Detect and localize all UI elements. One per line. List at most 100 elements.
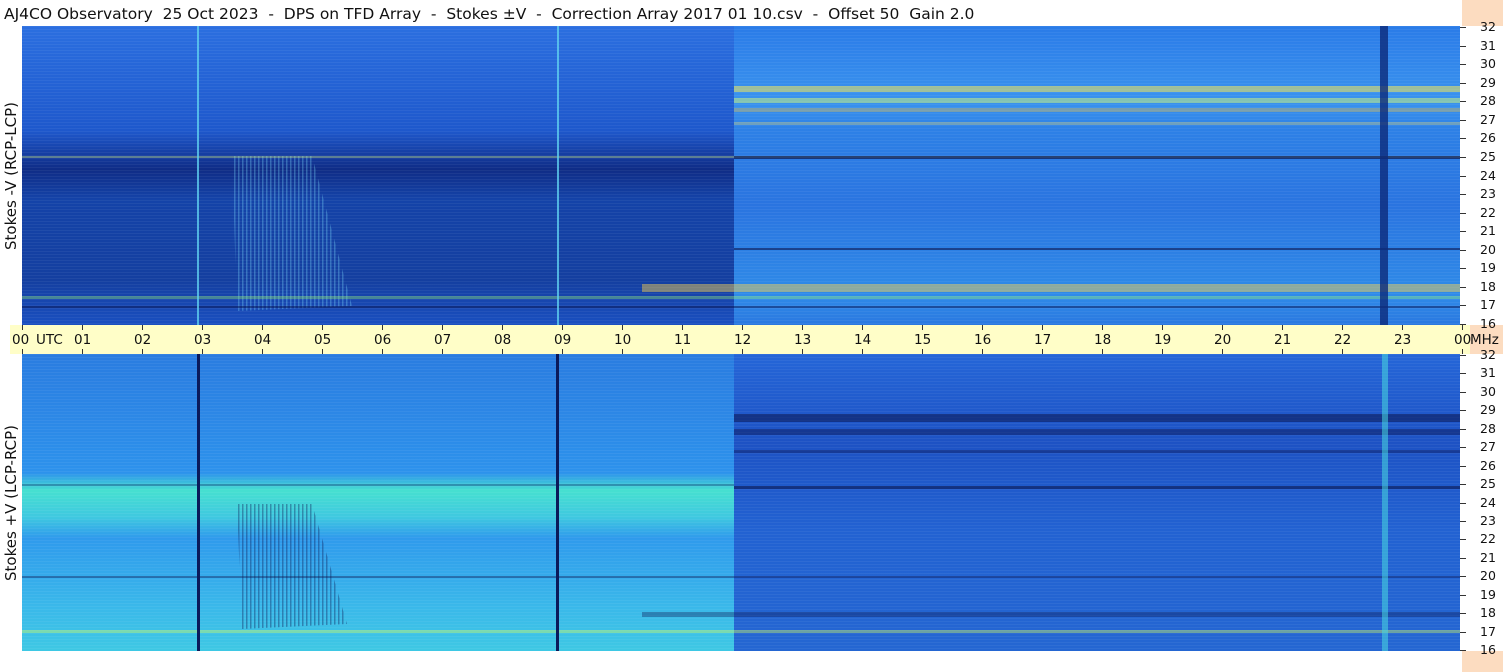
freq-tick (1460, 176, 1466, 177)
freq-tick (1460, 373, 1466, 374)
freq-label-27: 27 (1480, 112, 1496, 127)
freq-label-24: 24 (1480, 495, 1496, 510)
freq-label-29: 29 (1480, 75, 1496, 90)
time-tick (262, 325, 263, 330)
time-label-12: 12 (734, 332, 752, 348)
freq-label-20: 20 (1480, 568, 1496, 583)
time-tick (742, 349, 743, 354)
freq-tick (1460, 503, 1466, 504)
time-tick (1162, 349, 1163, 354)
freq-label-16: 16 (1480, 642, 1496, 657)
page-title: AJ4CO Observatory 25 Oct 2023 - DPS on T… (4, 5, 975, 23)
time-tick (202, 349, 203, 354)
freq-tick (1460, 120, 1466, 121)
time-tick (622, 325, 623, 330)
time-label-22: 22 (1334, 332, 1352, 348)
frequency-axis-top: 32 31 30 29 28 27 26 25 24 23 22 21 20 19 18 17 16 (1460, 20, 1503, 330)
freq-label-19: 19 (1480, 260, 1496, 275)
freq-tick (1460, 355, 1466, 356)
top-panel-label-text: Stokes -V (RCP-LCP) (2, 101, 20, 250)
freq-label-27: 27 (1480, 439, 1496, 454)
time-tick (382, 349, 383, 354)
freq-label-28: 28 (1480, 93, 1496, 108)
freq-tick (1460, 324, 1466, 325)
freq-tick (1460, 287, 1466, 288)
freq-label-22: 22 (1480, 205, 1496, 220)
time-tick (1102, 349, 1103, 354)
time-tick (682, 349, 683, 354)
time-label-04: 04 (254, 332, 272, 348)
time-tick (982, 325, 983, 330)
time-tick (802, 325, 803, 330)
time-tick (142, 325, 143, 330)
freq-label-29: 29 (1480, 402, 1496, 417)
time-label-02: 02 (134, 332, 152, 348)
freq-tick (1460, 650, 1466, 651)
time-label-07: 07 (434, 332, 452, 348)
time-tick (82, 349, 83, 354)
time-label-17: 17 (1034, 332, 1052, 348)
freq-label-17: 17 (1480, 297, 1496, 312)
freq-tick (1460, 558, 1466, 559)
freq-label-31: 31 (1480, 365, 1496, 380)
time-tick (1342, 349, 1343, 354)
freq-label-19: 19 (1480, 587, 1496, 602)
freq-tick (1460, 64, 1466, 65)
freq-label-28: 28 (1480, 421, 1496, 436)
spectrogram-bottom (22, 354, 1460, 651)
time-tick (1042, 349, 1043, 354)
time-tick (562, 325, 563, 330)
time-tick (1462, 325, 1463, 330)
time-label-09: 09 (554, 332, 572, 348)
time-label-03: 03 (194, 332, 212, 348)
time-tick (982, 349, 983, 354)
time-tick (1342, 325, 1343, 330)
time-tick (802, 349, 803, 354)
time-label-24: 00 (1454, 332, 1472, 348)
freq-tick (1460, 595, 1466, 596)
freq-label-16: 16 (1480, 316, 1496, 331)
time-tick (1162, 325, 1163, 330)
freq-tick (1460, 231, 1466, 232)
time-tick (502, 325, 503, 330)
freq-label-24: 24 (1480, 168, 1496, 183)
freq-tick (1460, 429, 1466, 430)
freq-label-18: 18 (1480, 605, 1496, 620)
time-tick (922, 325, 923, 330)
freq-tick (1460, 268, 1466, 269)
time-tick (1282, 325, 1283, 330)
time-tick (862, 325, 863, 330)
freq-tick (1460, 392, 1466, 393)
freq-tick (1460, 138, 1466, 139)
time-tick (262, 349, 263, 354)
time-label-16: 16 (974, 332, 992, 348)
freq-label-32: 32 (1480, 19, 1496, 34)
time-tick (1402, 325, 1403, 330)
freq-label-30: 30 (1480, 56, 1496, 71)
freq-label-26: 26 (1480, 130, 1496, 145)
bottom-panel-label: Stokes +V (LCP-RCP) (0, 354, 22, 651)
freq-tick (1460, 27, 1466, 28)
time-tick (202, 325, 203, 330)
freq-tick (1460, 539, 1466, 540)
freq-tick (1460, 157, 1466, 158)
time-label-19: 19 (1154, 332, 1172, 348)
bottom-panel-label-text: Stokes +V (LCP-RCP) (2, 424, 20, 581)
time-label-14: 14 (854, 332, 872, 348)
freq-tick (1460, 250, 1466, 251)
time-label-18: 18 (1094, 332, 1112, 348)
time-tick (742, 325, 743, 330)
time-tick (442, 349, 443, 354)
freq-tick (1460, 576, 1466, 577)
freq-tick (1460, 46, 1466, 47)
time-axis: 00 UTC 01 02 03 04 05 06 07 08 09 10 11 … (10, 325, 1499, 354)
mhz-label: MHz (1470, 332, 1499, 348)
spectrogram-top (22, 26, 1460, 325)
freq-label-31: 31 (1480, 38, 1496, 53)
time-tick (862, 349, 863, 354)
top-panel-label: Stokes -V (RCP-LCP) (0, 26, 22, 325)
frequency-axis-bottom: 32 31 30 29 28 27 26 25 24 23 22 21 20 19 18 17 16 (1460, 348, 1503, 656)
freq-label-21: 21 (1480, 223, 1496, 238)
time-tick (502, 349, 503, 354)
utc-label: UTC (36, 332, 63, 348)
